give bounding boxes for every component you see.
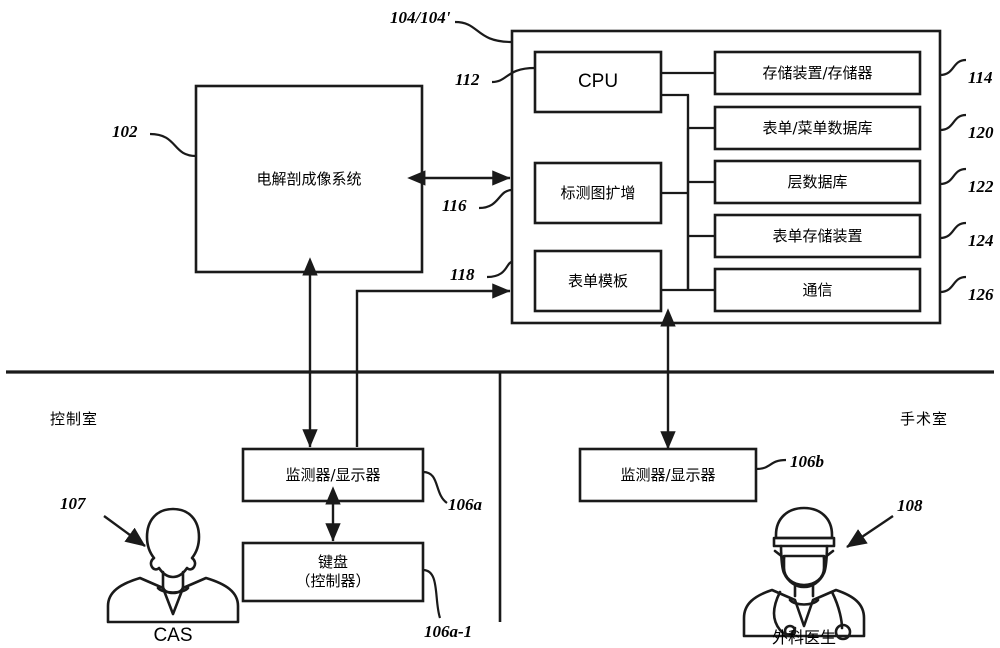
pointer-107 — [103, 515, 146, 547]
leader-104 — [454, 20, 513, 44]
form-template-box — [533, 249, 663, 313]
ref-104: 104/104' — [390, 8, 451, 27]
ref-107: 107 — [60, 494, 86, 513]
ref-102: 102 — [112, 122, 138, 141]
leader-116 — [478, 188, 513, 210]
communication-box — [713, 267, 922, 313]
keyboard-box — [241, 541, 425, 603]
person-icon — [106, 507, 240, 624]
control-room-label: 控制室 — [50, 410, 99, 428]
ref-126: 126 — [968, 285, 994, 304]
leader-106a-1 — [422, 568, 442, 619]
ref-112: 112 — [455, 70, 480, 89]
ref-116: 116 — [442, 196, 467, 215]
leader-106b — [755, 458, 787, 471]
leader-124 — [939, 221, 967, 240]
diagram-svg — [6, 20, 994, 641]
ref-108: 108 — [897, 496, 923, 515]
ref-106b: 106b — [790, 452, 824, 471]
monitor-b-box — [578, 447, 758, 503]
imaging-system-box — [194, 84, 424, 274]
form-storage-box — [713, 213, 922, 259]
leader-120 — [939, 113, 967, 132]
ref-120: 120 — [968, 123, 994, 142]
map-augmentation-box — [533, 161, 663, 225]
pointer-108 — [846, 515, 894, 548]
leader-114 — [939, 58, 967, 77]
cpu-box — [533, 50, 663, 114]
ref-114: 114 — [968, 68, 993, 87]
system-container-box — [510, 29, 942, 325]
operating-room-label: 手术室 — [900, 410, 949, 428]
leader-122 — [939, 167, 967, 186]
leader-106a — [422, 470, 448, 504]
leader-118 — [486, 260, 513, 279]
leader-102 — [149, 132, 197, 158]
surgeon-label: 外科医生 — [771, 628, 836, 647]
ref-106a-1: 106a-1 — [424, 622, 473, 641]
ref-124: 124 — [968, 231, 994, 250]
cas-label: CAS — [153, 625, 193, 646]
storage-memory-box — [713, 50, 922, 96]
figure-canvas: 电解剖成像系统 CPU 标测图扩增 表单模板 存储装置/存储器 表单/菜单数据库… — [0, 0, 1000, 648]
link-control-to-form-template — [355, 283, 511, 447]
ref-106a: 106a — [448, 495, 482, 514]
surgeon-icon — [742, 506, 866, 641]
monitor-a-box — [241, 447, 425, 503]
leader-126 — [939, 275, 967, 294]
ref-122: 122 — [968, 177, 994, 196]
form-menu-db-box — [713, 105, 922, 151]
leader-112 — [491, 66, 536, 84]
ref-118: 118 — [450, 265, 475, 284]
layer-db-box — [713, 159, 922, 205]
